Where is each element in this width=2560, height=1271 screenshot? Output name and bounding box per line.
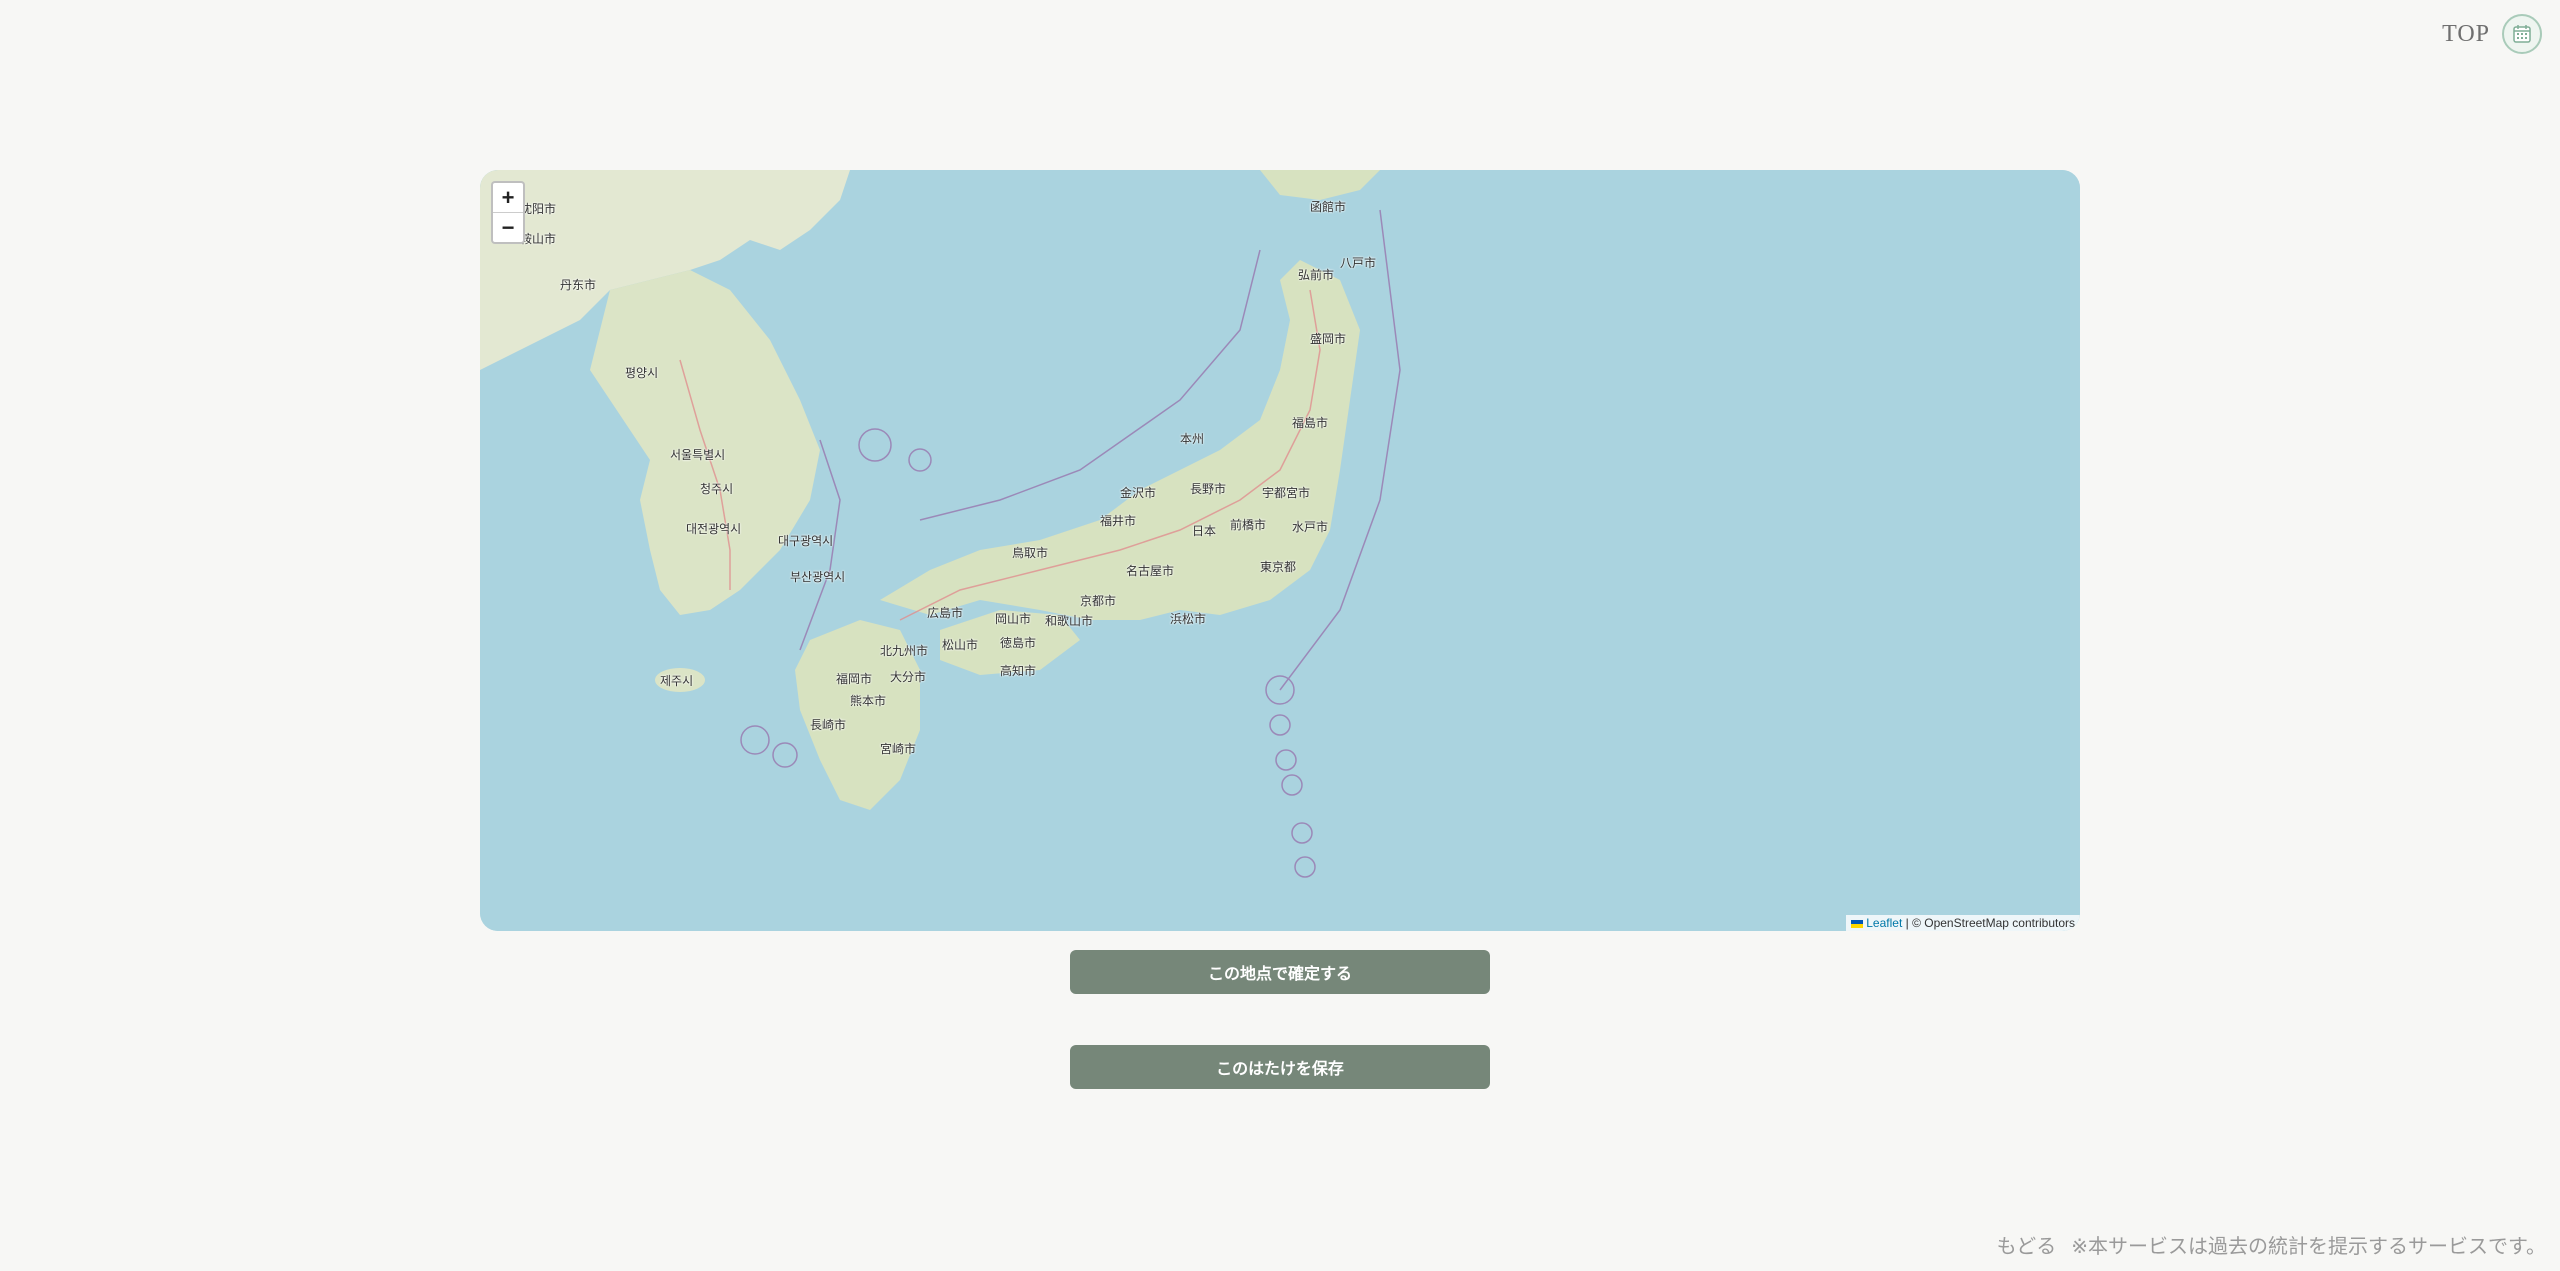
footer: もどる ※本サービスは過去の統計を提示するサービスです。 <box>1997 1230 2546 1259</box>
map-label-honshu: 本州 <box>1180 432 1205 446</box>
map-label-cheongju: 청주시 <box>700 482 734 496</box>
ukraine-flag-icon <box>1851 919 1864 928</box>
map-label-daejeon: 대전광역시 <box>686 522 742 536</box>
attribution-text: | © OpenStreetMap contributors <box>1905 916 2075 930</box>
service-notice: ※本サービスは過去の統計を提示するサービスです。 <box>2071 1236 2546 1258</box>
map-label-hiroshima: 広島市 <box>927 606 964 620</box>
map-label-matsuyama: 松山市 <box>942 638 979 652</box>
map-label-tokyo: 東京都 <box>1260 560 1297 574</box>
map-label-oita: 大分市 <box>890 670 927 684</box>
map-tiles <box>480 170 2080 931</box>
map-label-shenyang: 沈阳市 <box>520 202 557 216</box>
back-link[interactable]: もどる <box>1997 1236 2057 1258</box>
zoom-out-button[interactable]: − <box>493 212 523 242</box>
top-nav: TOP <box>2442 14 2542 54</box>
map-label-kyoto: 京都市 <box>1080 594 1117 608</box>
map-label-nagasaki: 長崎市 <box>810 718 847 732</box>
map-label-wakayama: 和歌山市 <box>1045 614 1094 628</box>
map-label-okayama: 岡山市 <box>995 612 1032 626</box>
calendar-icon[interactable] <box>2502 14 2542 54</box>
map-label-kumamoto: 熊本市 <box>850 694 887 708</box>
map-view[interactable]: 本州 東京都 名古屋市 京都市 福岡市 福島市 宇都宮市 서울특별시 부산광역시… <box>480 170 2080 931</box>
map-label-tottori: 鳥取市 <box>1012 546 1049 560</box>
map-label-kitakyushu: 北九州市 <box>880 644 929 658</box>
map-label-hamamatsu: 浜松市 <box>1170 612 1207 626</box>
map-label-maebashi: 前橋市 <box>1230 518 1267 532</box>
map-label-tokushima: 徳島市 <box>1000 636 1037 650</box>
map-label-miyazaki: 宮崎市 <box>880 742 917 756</box>
map-attribution: Leaflet | © OpenStreetMap contributors <box>1846 915 2080 931</box>
save-field-button[interactable]: このはたけを保存 <box>1070 1045 1490 1089</box>
map-label-dandong: 丹东市 <box>560 278 597 292</box>
map-label-hakodate: 函館市 <box>1310 200 1347 214</box>
map-label-hachinohe: 八戸市 <box>1340 256 1377 270</box>
map-label-nagoya: 名古屋市 <box>1126 564 1175 578</box>
map-label-nihon: 日本 <box>1192 524 1217 538</box>
map-label-pyongyang: 평양시 <box>625 366 659 380</box>
map-label-kochi: 高知市 <box>1000 664 1037 678</box>
top-link[interactable]: TOP <box>2442 21 2490 48</box>
map-label-anshan: 鞍山市 <box>520 232 557 246</box>
map-label-busan: 부산광역시 <box>790 570 846 584</box>
map-label-morioka: 盛岡市 <box>1310 332 1347 346</box>
map-label-mito: 水戸市 <box>1292 520 1329 534</box>
map-label-fukui: 福井市 <box>1100 514 1137 528</box>
map-label-daegu: 대구광역시 <box>778 534 834 548</box>
confirm-location-button[interactable]: この地点で確定する <box>1070 950 1490 994</box>
map-label-jeju: 제주시 <box>660 674 694 688</box>
zoom-control: + − <box>491 181 525 244</box>
map-label-fukuoka: 福岡市 <box>836 672 873 686</box>
leaflet-link[interactable]: Leaflet <box>1866 916 1902 930</box>
map-label-kanazawa: 金沢市 <box>1120 486 1157 500</box>
page: TOP 本州 東京都 名古屋市 京都市 福岡市 福島市 宇都宮市 서울특별시 부… <box>0 0 2560 1271</box>
map-label-utsunomiya: 宇都宮市 <box>1262 486 1311 500</box>
map-label-nagano: 長野市 <box>1190 482 1227 496</box>
map-label-hirosaki: 弘前市 <box>1298 268 1335 282</box>
zoom-in-button[interactable]: + <box>493 183 523 212</box>
map-label-fukushima: 福島市 <box>1292 416 1329 430</box>
map-label-seoul: 서울특별시 <box>670 448 726 462</box>
